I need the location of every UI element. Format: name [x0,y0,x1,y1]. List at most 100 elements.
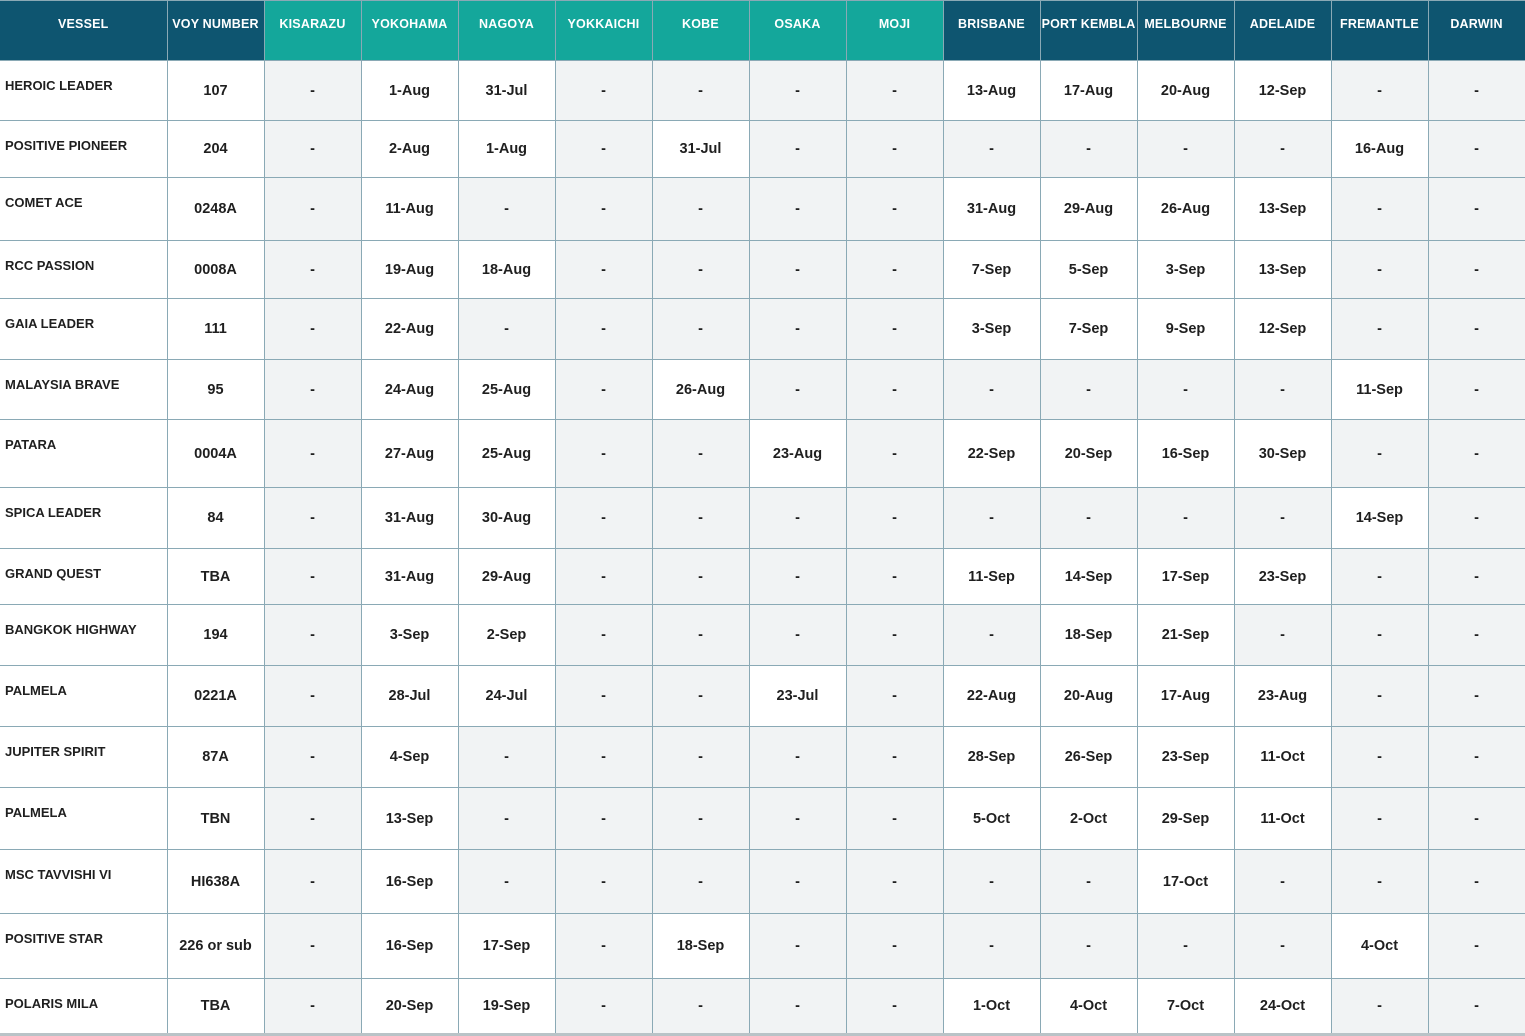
port-date-cell: 22-Aug [360,298,459,360]
port-date-cell: - [457,298,556,360]
port-date-cell: - [845,849,944,914]
vessel-name-cell: GRAND QUEST [0,548,168,605]
port-date-cell: 11-Aug [360,177,459,241]
port-date-cell: - [1233,913,1332,979]
port-date-cell: 11-Oct [1233,787,1332,850]
column-header-voy-number: VOY NUMBER [166,0,265,61]
port-date-cell: 31-Aug [360,487,459,549]
column-header-melbourne: MELBOURNE [1136,0,1235,61]
table-row: RCC PASSION 0008A -19-Aug 18-Aug - - - -7-Sep 5-… [0,240,1525,299]
port-date-cell: - [748,120,847,178]
port-date-cell: - [942,120,1041,178]
port-date-cell: - [651,849,750,914]
voyage-number-cell: 107 [166,60,265,121]
column-header-adelaide: ADELAIDE [1233,0,1332,61]
port-date-cell: 1-Oct [942,978,1041,1036]
port-date-cell: - [845,978,944,1036]
port-date-cell: - [748,60,847,121]
port-date-cell: 2-Sep [457,604,556,666]
voyage-number-cell: 95 [166,359,265,420]
port-date-cell: - [845,548,944,605]
port-date-cell: - [748,849,847,914]
port-date-cell: - [554,177,653,241]
port-date-cell: 9-Sep [1136,298,1235,360]
port-date-cell: - [554,913,653,979]
port-date-cell: - [1427,787,1525,850]
voyage-number-cell: HI638A [166,849,265,914]
port-date-cell: - [1233,359,1332,420]
column-header-brisbane: BRISBANE [942,0,1041,61]
port-date-cell: - [748,604,847,666]
port-date-cell: 25-Aug [457,359,556,420]
port-date-cell: - [651,978,750,1036]
port-date-cell: - [1136,487,1235,549]
vessel-name-cell: GAIA LEADER [0,298,168,360]
port-date-cell: - [1039,849,1138,914]
port-date-cell: - [845,487,944,549]
column-header-yokkaichi: YOKKAICHI [554,0,653,61]
table-row: HEROIC LEADER 107-1-Aug 31-Jul - - - -13-Aug 17… [0,60,1525,121]
port-date-cell: - [1039,120,1138,178]
port-date-cell: - [554,787,653,850]
port-date-cell: - [748,978,847,1036]
port-date-cell: 23-Sep [1233,548,1332,605]
port-date-cell: 24-Oct [1233,978,1332,1036]
voyage-number-cell: 84 [166,487,265,549]
port-date-cell: - [263,298,362,360]
port-date-cell: - [554,60,653,121]
column-header-moji: MOJI [845,0,944,61]
port-date-cell: - [263,487,362,549]
port-date-cell: - [651,60,750,121]
port-date-cell: - [1330,240,1429,299]
table-row: COMET ACE 0248A -11-Aug - - - - -31-Aug 29-Aug 26… [0,177,1525,241]
vessel-name-cell: PATARA [0,419,168,488]
table-row: JUPITER SPIRIT 87A -4-Sep - - - - -28-Sep 26-Sep… [0,726,1525,788]
voyage-number-cell: 87A [166,726,265,788]
vessel-name-cell: POSITIVE STAR [0,913,168,979]
port-date-cell: - [1427,849,1525,914]
port-date-cell: - [1427,298,1525,360]
port-date-cell: - [1330,787,1429,850]
port-date-cell: - [845,60,944,121]
port-date-cell: - [748,548,847,605]
port-date-cell: - [457,787,556,850]
port-date-cell: - [651,787,750,850]
port-date-cell: - [1039,487,1138,549]
port-date-cell: - [1427,604,1525,666]
port-date-cell: 17-Aug [1039,60,1138,121]
port-date-cell: - [1330,665,1429,727]
port-date-cell: 19-Aug [360,240,459,299]
vessel-name-cell: RCC PASSION [0,240,168,299]
port-date-cell: 11-Sep [1330,359,1429,420]
port-date-cell: - [1233,487,1332,549]
port-date-cell: 20-Sep [1039,419,1138,488]
port-date-cell: - [1427,419,1525,488]
port-date-cell: 4-Oct [1330,913,1429,979]
port-date-cell: - [845,787,944,850]
port-date-cell: - [651,240,750,299]
port-date-cell: 23-Aug [748,419,847,488]
table-row: GRAND QUEST TBA -31-Aug 29-Aug - - - -11-Sep 14-… [0,548,1525,605]
port-date-cell: - [651,726,750,788]
port-date-cell: - [1330,177,1429,241]
port-date-cell: - [748,240,847,299]
port-date-cell: - [1039,359,1138,420]
vessel-name-cell: HEROIC LEADER [0,60,168,121]
port-date-cell: 20-Sep [360,978,459,1036]
port-date-cell: - [845,913,944,979]
port-date-cell: 5-Oct [942,787,1041,850]
port-date-cell: - [263,665,362,727]
port-date-cell: - [748,359,847,420]
port-date-cell: - [1427,665,1525,727]
table-row: SPICA LEADER 84-31-Aug 30-Aug - - - - - - - -14-Se… [0,487,1525,549]
port-date-cell: 11-Oct [1233,726,1332,788]
port-date-cell: - [457,177,556,241]
port-date-cell: - [1427,359,1525,420]
port-date-cell: - [263,240,362,299]
port-date-cell: - [263,548,362,605]
port-date-cell: - [1427,913,1525,979]
vessel-name-cell: PALMELA [0,787,168,850]
port-date-cell: 23-Aug [1233,665,1332,727]
port-date-cell: - [1136,913,1235,979]
port-date-cell: - [651,487,750,549]
